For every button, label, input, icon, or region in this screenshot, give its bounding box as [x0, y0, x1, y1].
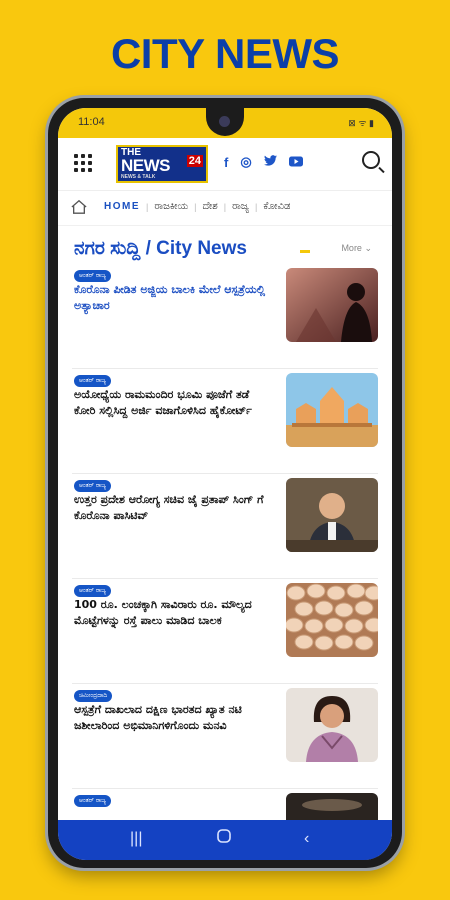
camera-icon [219, 116, 230, 127]
category-badge[interactable]: ಆಂತರ್ ರಾಜ್ಯ [74, 375, 111, 387]
status-bar: 11:04 ⊠ ᯤ ▮ [58, 108, 392, 138]
back-icon[interactable]: ‹ [304, 830, 309, 848]
twitter-icon[interactable] [263, 155, 277, 169]
nav-item-politics[interactable]: ರಾಜಕೀಯ [148, 201, 194, 212]
phone-frame: 11:04 ⊠ ᯤ ▮ THE NEWS 24 NEWS & TALK f ◎ [48, 98, 402, 868]
instagram-icon[interactable]: ◎ [240, 154, 251, 170]
app-bar: THE NEWS 24 NEWS & TALK f ◎ [58, 138, 392, 191]
category-nav: HOME | ರಾಜಕೀಯ | ದೇಶ | ರಾಜ್ಯ | ಕೋವಿಡ [58, 191, 392, 226]
facebook-icon[interactable]: f [224, 155, 228, 170]
category-badge[interactable]: ಆಂತರ್ ರಾಜ್ಯ [74, 480, 111, 492]
phone-screen: 11:04 ⊠ ᯤ ▮ THE NEWS 24 NEWS & TALK f ◎ [58, 108, 392, 860]
status-icons: ⊠ ᯤ ▮ [348, 118, 374, 128]
article-thumbnail[interactable] [286, 688, 378, 762]
article-thumbnail[interactable] [286, 373, 378, 447]
more-button[interactable]: More ⌄ [341, 243, 372, 254]
logo-number: 24 [186, 155, 203, 167]
article-thumbnail[interactable] [286, 478, 378, 552]
article-headline[interactable]: ಅಯೋಧ್ಯೆಯ ರಾಮಮಂದಿರ ಭೂಮಿ ಪೂಜೆಗೆ ತಡೆ ಕೋರಿ ಸ… [74, 387, 270, 419]
article-item[interactable]: ಆಂತರ್ ರಾಜ್ಯ ಅಯೋಧ್ಯೆಯ ರಾಮಮಂದಿರ ಭೂಮಿ ಪೂಜೆಗ… [72, 369, 378, 474]
article-headline[interactable]: ಕೊರೊನಾ ಪೀಡಿತ ಅಜ್ಜಿಯ ಬಾಲಕಿ ಮೇಲೆ ಆಸ್ಪತ್ರೆಯ… [74, 282, 270, 314]
nav-item-home[interactable]: HOME [98, 201, 146, 212]
article-headline[interactable]: ಆಸ್ಪತ್ರೆಗೆ ದಾಖಲಾದ ದಕ್ಷಿಣ ಭಾರತದ ಖ್ಯಾತ ನಟಿ… [74, 702, 270, 734]
app-logo[interactable]: THE NEWS 24 NEWS & TALK [116, 145, 208, 183]
menu-grid-icon[interactable] [74, 154, 92, 172]
nav-item-state[interactable]: ರಾಜ್ಯ [226, 201, 255, 212]
article-item[interactable]: ಆಂತರ್ ರಾಜ್ಯ ಉತ್ತರ ಪ್ರದೇಶ ಆರೋಗ್ಯ ಸಚಿವ ಜೈ … [72, 474, 378, 579]
article-item[interactable]: ಆಂತರ್ ರಾಜ್ಯ 100 ರೂ. ಲಂಚಕ್ಕಾಗಿ ಸಾವಿರಾರು ರ… [72, 579, 378, 684]
nav-items: HOME | ರಾಜಕೀಯ | ದೇಶ | ರಾಜ್ಯ | ಕೋವಿಡ [98, 201, 296, 212]
article-list: ಆಂತರ್ ರಾಜ್ಯ ಕೊರೊನಾ ಪೀಡಿತ ಅಜ್ಜಿಯ ಬಾಲಕಿ ಮೇ… [58, 264, 392, 860]
social-links: f ◎ [224, 154, 303, 170]
promo-title: CITY NEWS [110, 30, 340, 77]
article-thumbnail[interactable] [286, 583, 378, 657]
article-thumbnail[interactable] [286, 268, 378, 342]
home-icon[interactable] [70, 199, 88, 215]
category-badge[interactable]: ಚಿಮೀಂದ್ರದಾದಿ [74, 690, 113, 702]
section-title: ನಗರ ಸುದ್ದಿ / City News [74, 238, 247, 259]
nav-item-covid[interactable]: ಕೋವಿಡ [257, 201, 296, 212]
article-item[interactable]: ಆಂತರ್ ರಾಜ್ಯ ಕೊರೊನಾ ಪೀಡಿತ ಅಜ್ಜಿಯ ಬಾಲಕಿ ಮೇ… [72, 264, 378, 369]
category-badge[interactable]: ಆಂತರ್ ರಾಜ್ಯ [74, 270, 111, 282]
article-item[interactable]: ಚಿಮೀಂದ್ರದಾದಿ ಆಸ್ಪತ್ರೆಗೆ ದಾಖಲಾದ ದಕ್ಷಿಣ ಭಾ… [72, 684, 378, 789]
category-badge[interactable]: ಆಂತರ್ ರಾಜ್ಯ [74, 585, 111, 597]
home-nav-icon[interactable] [216, 828, 232, 849]
logo-tagline: NEWS & TALK [121, 174, 156, 180]
system-nav-bar: ||| ‹ [58, 820, 392, 860]
recent-apps-icon[interactable]: ||| [130, 830, 142, 848]
nav-item-country[interactable]: ದೇಶ [197, 201, 224, 212]
camera-notch [206, 108, 244, 136]
logo-line2: NEWS [121, 156, 171, 175]
section-header: ನಗರ ಸುದ್ದಿ / City News More ⌄ [58, 226, 392, 266]
category-badge[interactable]: ಆಂತರ್ ರಾಜ್ಯ [74, 795, 111, 807]
status-time: 11:04 [78, 116, 105, 128]
article-headline[interactable]: ಉತ್ತರ ಪ್ರದೇಶ ಆರೋಗ್ಯ ಸಚಿವ ಜೈ ಪ್ರತಾಪ್ ಸಿಂಗ… [74, 492, 270, 524]
youtube-icon[interactable] [288, 155, 303, 170]
more-label: More [341, 243, 362, 253]
search-icon[interactable] [362, 151, 380, 169]
article-headline[interactable]: 100 ರೂ. ಲಂಚಕ್ಕಾಗಿ ಸಾವಿರಾರು ರೂ. ಮೌಲ್ಯದ ಮೊ… [74, 597, 270, 629]
section-accent-dash [300, 250, 310, 253]
